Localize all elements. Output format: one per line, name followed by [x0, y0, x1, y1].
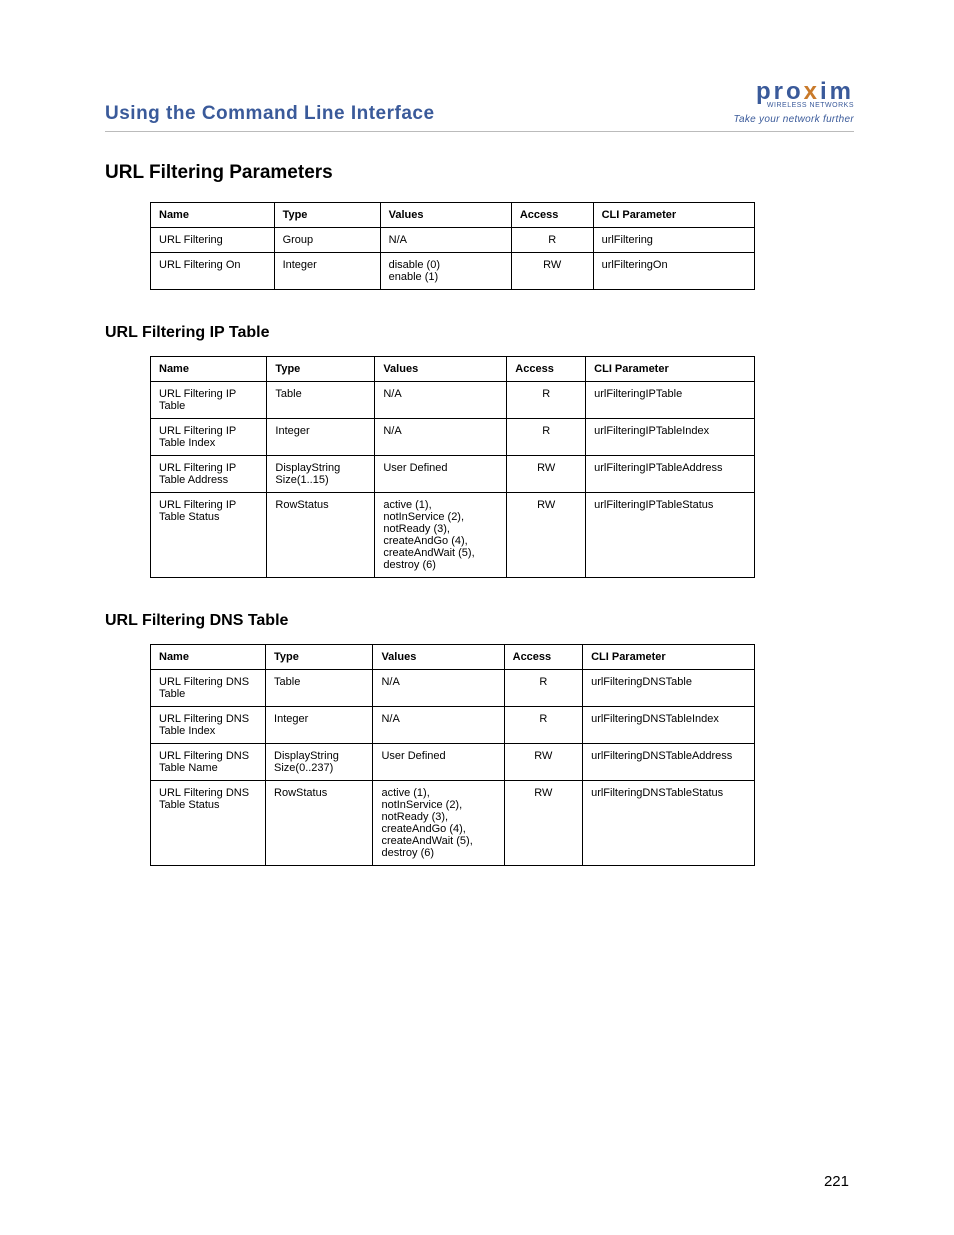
cell-name: URL Filtering IP Table Index	[151, 419, 267, 456]
document-page: Using the Command Line Interface proxim …	[0, 0, 954, 1235]
cell-values: N/A	[375, 382, 507, 419]
cell-name: URL Filtering DNS Table Index	[151, 707, 266, 744]
col-header: Values	[380, 203, 511, 228]
col-header: Type	[266, 645, 373, 670]
col-header: Values	[373, 645, 504, 670]
cell-cli: urlFilteringIPTable	[586, 382, 755, 419]
cell-name: URL Filtering DNS Table Name	[151, 744, 266, 781]
cell-cli: urlFilteringDNSTableStatus	[583, 781, 755, 866]
col-header: CLI Parameter	[583, 645, 755, 670]
col-header: Type	[267, 357, 375, 382]
cell-values: N/A	[380, 228, 511, 253]
cell-values: N/A	[373, 670, 504, 707]
cell-cli: urlFilteringIPTableStatus	[586, 493, 755, 578]
col-header: Name	[151, 203, 275, 228]
cell-type: Group	[274, 228, 380, 253]
table-row: URL Filtering DNS Table Table N/A R urlF…	[151, 670, 755, 707]
cell-access: RW	[504, 744, 582, 781]
cell-name: URL Filtering	[151, 228, 275, 253]
cell-type: Table	[267, 382, 375, 419]
table-row: URL Filtering DNS Table Name DisplayStri…	[151, 744, 755, 781]
cell-access: RW	[507, 493, 586, 578]
doc-title: Using the Command Line Interface	[105, 103, 435, 125]
cell-access: R	[507, 382, 586, 419]
brand-subtitle: WIRELESS NETWORKS	[733, 102, 854, 109]
cell-name: URL Filtering IP Table Status	[151, 493, 267, 578]
params-table-3: Name Type Values Access CLI Parameter UR…	[150, 644, 755, 866]
table-row: URL Filtering IP Table Status RowStatus …	[151, 493, 755, 578]
col-header: CLI Parameter	[593, 203, 754, 228]
cell-cli: urlFilteringDNSTableIndex	[583, 707, 755, 744]
cell-access: RW	[507, 456, 586, 493]
table-header-row: Name Type Values Access CLI Parameter	[151, 357, 755, 382]
cell-values: User Defined	[373, 744, 504, 781]
cell-name: URL Filtering DNS Table	[151, 670, 266, 707]
cell-access: R	[507, 419, 586, 456]
section-heading: URL Filtering IP Table	[105, 324, 854, 342]
cell-cli: urlFilteringIPTableAddress	[586, 456, 755, 493]
cell-type: RowStatus	[266, 781, 373, 866]
col-header: Values	[375, 357, 507, 382]
table-row: URL Filtering IP Table Index Integer N/A…	[151, 419, 755, 456]
col-header: CLI Parameter	[586, 357, 755, 382]
cell-values: N/A	[373, 707, 504, 744]
cell-cli: urlFiltering	[593, 228, 754, 253]
params-table-2: Name Type Values Access CLI Parameter UR…	[150, 356, 755, 578]
cell-name: URL Filtering On	[151, 253, 275, 290]
table-header-row: Name Type Values Access CLI Parameter	[151, 645, 755, 670]
table-row: URL Filtering DNS Table Status RowStatus…	[151, 781, 755, 866]
table-row: URL Filtering IP Table Address DisplaySt…	[151, 456, 755, 493]
section-heading: URL Filtering Parameters	[105, 162, 854, 184]
cell-access: RW	[504, 781, 582, 866]
brand-logo: proxim	[733, 80, 854, 104]
col-header: Access	[507, 357, 586, 382]
col-header: Name	[151, 645, 266, 670]
cell-cli: urlFilteringDNSTable	[583, 670, 755, 707]
cell-type: Integer	[266, 707, 373, 744]
cell-type: Table	[266, 670, 373, 707]
cell-values: N/A	[375, 419, 507, 456]
cell-values: active (1), notInService (2), notReady (…	[375, 493, 507, 578]
col-header: Name	[151, 357, 267, 382]
cell-name: URL Filtering IP Table	[151, 382, 267, 419]
cell-type: Integer	[274, 253, 380, 290]
params-table-1: Name Type Values Access CLI Parameter UR…	[150, 202, 755, 290]
table-row: URL Filtering On Integer disable (0) ena…	[151, 253, 755, 290]
cell-access: R	[504, 670, 582, 707]
page-number: 221	[824, 1173, 849, 1190]
cell-type: Integer	[267, 419, 375, 456]
section-heading: URL Filtering DNS Table	[105, 612, 854, 630]
table-row: URL Filtering Group N/A R urlFiltering	[151, 228, 755, 253]
cell-name: URL Filtering DNS Table Status	[151, 781, 266, 866]
brand-block: proxim WIRELESS NETWORKS Take your netwo…	[733, 80, 854, 125]
cell-values: active (1), notInService (2), notReady (…	[373, 781, 504, 866]
cell-values: disable (0) enable (1)	[380, 253, 511, 290]
cell-access: RW	[511, 253, 593, 290]
cell-name: URL Filtering IP Table Address	[151, 456, 267, 493]
col-header: Access	[504, 645, 582, 670]
table-row: URL Filtering IP Table Table N/A R urlFi…	[151, 382, 755, 419]
cell-type: DisplayString Size(0..237)	[266, 744, 373, 781]
cell-access: R	[504, 707, 582, 744]
cell-cli: urlFilteringDNSTableAddress	[583, 744, 755, 781]
table-header-row: Name Type Values Access CLI Parameter	[151, 203, 755, 228]
col-header: Access	[511, 203, 593, 228]
cell-cli: urlFilteringIPTableIndex	[586, 419, 755, 456]
col-header: Type	[274, 203, 380, 228]
cell-cli: urlFilteringOn	[593, 253, 754, 290]
page-header: Using the Command Line Interface proxim …	[105, 80, 854, 132]
brand-tagline: Take your network further	[733, 115, 854, 125]
cell-type: DisplayString Size(1..15)	[267, 456, 375, 493]
cell-type: RowStatus	[267, 493, 375, 578]
table-row: URL Filtering DNS Table Index Integer N/…	[151, 707, 755, 744]
cell-values: User Defined	[375, 456, 507, 493]
cell-access: R	[511, 228, 593, 253]
